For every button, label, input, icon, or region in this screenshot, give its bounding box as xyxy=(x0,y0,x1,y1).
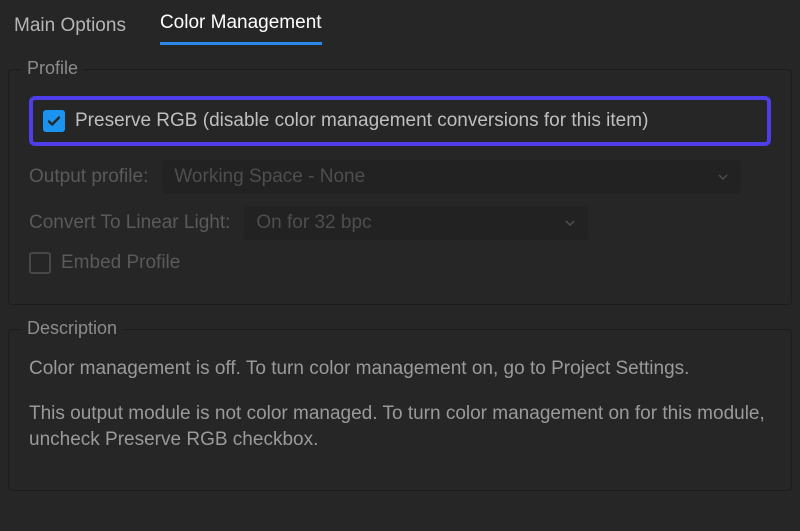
description-section: Description Color management is off. To … xyxy=(8,329,792,491)
preserve-rgb-checkbox[interactable] xyxy=(43,110,65,132)
embed-profile-checkbox[interactable] xyxy=(29,252,51,274)
description-section-title: Description xyxy=(21,318,123,339)
embed-profile-label: Embed Profile xyxy=(61,252,180,274)
preserve-rgb-label: Preserve RGB (disable color management c… xyxy=(75,110,648,132)
profile-section: Profile Preserve RGB (disable color mana… xyxy=(8,69,792,305)
chevron-down-icon xyxy=(717,171,729,183)
preserve-rgb-highlight: Preserve RGB (disable color management c… xyxy=(29,96,771,146)
output-profile-label: Output profile: xyxy=(29,166,148,188)
tab-main-options[interactable]: Main Options xyxy=(14,15,126,45)
profile-section-title: Profile xyxy=(21,58,84,79)
convert-linear-dropdown[interactable]: On for 32 bpc xyxy=(244,206,588,240)
output-profile-dropdown[interactable]: Working Space - None xyxy=(162,160,741,194)
embed-profile-row: Embed Profile xyxy=(29,252,771,274)
checkmark-icon xyxy=(46,113,62,129)
description-line-1: Color management is off. To turn color m… xyxy=(29,356,771,383)
output-profile-row: Output profile: Working Space - None xyxy=(29,160,771,194)
description-line-2: This output module is not color managed.… xyxy=(29,401,771,454)
convert-linear-value: On for 32 bpc xyxy=(256,212,564,234)
tab-color-management[interactable]: Color Management xyxy=(160,12,322,45)
chevron-down-icon xyxy=(564,217,576,229)
convert-linear-row: Convert To Linear Light: On for 32 bpc xyxy=(29,206,771,240)
output-profile-value: Working Space - None xyxy=(174,166,717,188)
convert-linear-label: Convert To Linear Light: xyxy=(29,212,230,234)
tab-bar: Main Options Color Management xyxy=(0,0,800,45)
